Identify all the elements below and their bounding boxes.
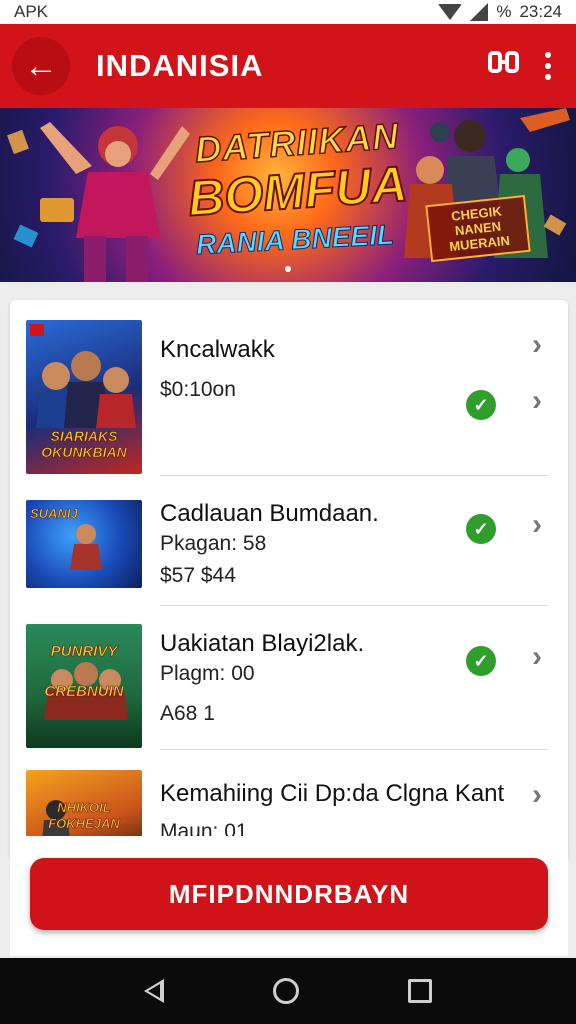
thumbnail-caption: NHIKOIL FOKHEJAN bbox=[48, 800, 120, 832]
nav-recents-icon[interactable] bbox=[407, 979, 432, 1003]
game-thumbnail: SUANIJ bbox=[26, 500, 142, 588]
promo-banner[interactable]: DATRIIKAN BOMFUA RANIA BNEEIL CHEGIK NAN… bbox=[0, 108, 576, 282]
nav-home-icon[interactable] bbox=[272, 978, 299, 1004]
item-title: Kncalwakk bbox=[160, 336, 275, 363]
game-thumbnail: SIARIAKS OKUNKBIAN bbox=[26, 320, 142, 474]
chevron-right-icon[interactable]: › bbox=[532, 508, 542, 542]
primary-action-button[interactable]: MFIPDNNDRBAYN bbox=[30, 858, 548, 930]
app-bar: ← INDANISIA bbox=[0, 24, 576, 108]
bottom-action-panel: MFIPDNNDRBAYN bbox=[10, 836, 568, 956]
arrow-left-icon: ← bbox=[24, 47, 58, 85]
check-icon: ✓ bbox=[466, 646, 496, 676]
chevron-right-icon[interactable]: › bbox=[532, 384, 542, 418]
banner-badge: CHEGIK NANEN MUERAIN bbox=[425, 194, 531, 263]
check-icon: ✓ bbox=[466, 390, 496, 420]
chevron-right-icon[interactable]: › bbox=[532, 778, 542, 812]
item-title: Uakiatan Blayi2lak. bbox=[160, 630, 365, 657]
item-title: Cadlauan Bumdaan. bbox=[160, 500, 379, 527]
item-title: Kemahiing Cii Dp:da Clgna Kant bbox=[160, 780, 505, 807]
list-item[interactable]: SUANIJ Cadlauan Bumdaan. Pkagan: 58 $57 … bbox=[10, 476, 568, 606]
item-subtitle: Pkagan: 58 bbox=[160, 532, 267, 555]
more-vert-icon[interactable] bbox=[528, 52, 568, 80]
game-thumbnail: PUNRIVY CREBNUIN bbox=[26, 624, 142, 748]
back-button[interactable]: ← bbox=[12, 37, 70, 95]
app-title: INDANISIA bbox=[96, 48, 264, 83]
carousel-indicator bbox=[0, 266, 576, 272]
system-nav-bar bbox=[0, 958, 576, 1024]
thumbnail-caption: SIARIAKS OKUNKBIAN bbox=[41, 428, 127, 461]
item-price: $57 $44 bbox=[160, 564, 236, 587]
item-subtitle: Plagm: 00 bbox=[160, 662, 255, 685]
battery-label: % bbox=[496, 2, 512, 21]
thumbnail-caption: PUNRIVY CREBNUIN bbox=[44, 643, 124, 701]
check-icon: ✓ bbox=[466, 514, 496, 544]
nav-back-icon[interactable] bbox=[144, 979, 165, 1003]
status-bar: APK % 23:24 bbox=[0, 0, 576, 24]
item-price: A68 1 bbox=[160, 702, 215, 725]
share-icon[interactable] bbox=[480, 45, 528, 87]
carrier-label: APK bbox=[14, 2, 49, 21]
clock-label: 23:24 bbox=[519, 2, 562, 21]
wifi-icon bbox=[438, 4, 463, 20]
signal-icon bbox=[470, 3, 489, 21]
carousel-dot bbox=[285, 266, 291, 272]
list-item[interactable]: PUNRIVY CREBNUIN Uakiatan Blayi2lak. Pla… bbox=[10, 606, 568, 750]
item-subtitle: $0:10on bbox=[160, 378, 236, 401]
chevron-right-icon[interactable]: › bbox=[532, 328, 542, 362]
thumbnail-caption: SUANIJ bbox=[30, 506, 78, 522]
list-item[interactable]: SIARIAKS OKUNKBIAN Kncalwakk $0:10on › ✓… bbox=[10, 300, 568, 476]
chevron-right-icon[interactable]: › bbox=[532, 640, 542, 674]
game-list: SIARIAKS OKUNKBIAN Kncalwakk $0:10on › ✓… bbox=[10, 300, 568, 860]
